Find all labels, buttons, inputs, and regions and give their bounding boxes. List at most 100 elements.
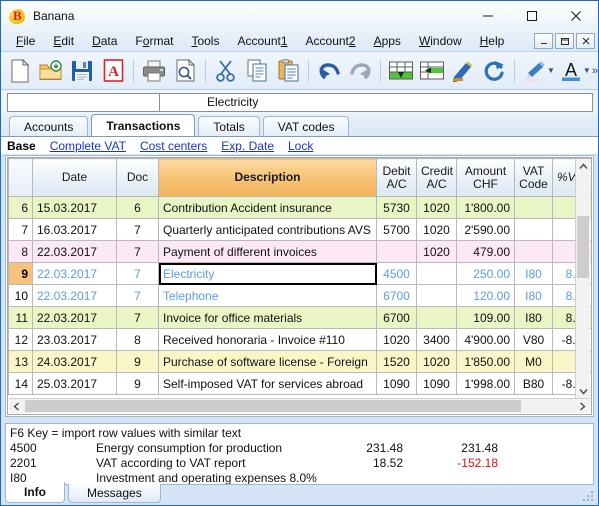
- cell-credit-account[interactable]: 1020: [416, 240, 457, 263]
- table-row[interactable]: 13 24.03.2017 9 Purchase of software licens…: [8, 350, 591, 373]
- row-number-cell[interactable]: 9: [8, 262, 33, 285]
- grid-vertical-scrollbar[interactable]: [575, 159, 591, 399]
- grid-horizontal-scrollbar[interactable]: [9, 398, 590, 413]
- save-icon[interactable]: [67, 55, 97, 87]
- redo-icon[interactable]: [345, 55, 375, 87]
- cell-description[interactable]: Self-imposed VAT for services abroad: [158, 372, 377, 395]
- menu-tools[interactable]: Tools: [182, 32, 228, 51]
- cell-date[interactable]: 22.03.2017: [32, 284, 117, 307]
- table-row[interactable]: 7 16.03.2017 7 Quarterly anticipated contri…: [8, 218, 591, 241]
- undo-icon[interactable]: [314, 55, 344, 87]
- scroll-up-arrow-icon[interactable]: [576, 159, 591, 174]
- cell-doc[interactable]: 7: [116, 284, 159, 307]
- cell-vat-code[interactable]: I80: [514, 284, 553, 307]
- table-row[interactable]: 922.03.20177Electricity4500250.00I808.00: [8, 262, 591, 285]
- row-number-cell[interactable]: 13: [8, 350, 33, 373]
- cell-doc[interactable]: 7: [116, 218, 159, 241]
- cell-debit-account[interactable]: 4500: [376, 262, 417, 285]
- cell-amount[interactable]: 2'590.00: [456, 218, 515, 241]
- cell-doc[interactable]: 8: [116, 328, 159, 351]
- cell-date[interactable]: 16.03.2017: [32, 218, 117, 241]
- col-header-vat-code[interactable]: VAT Code: [514, 158, 553, 197]
- tab-accounts[interactable]: Accounts: [9, 116, 89, 136]
- menu-data[interactable]: Data: [83, 32, 126, 51]
- highlighter-pen-icon[interactable]: [520, 55, 550, 87]
- bottom-tab-info[interactable]: Info: [5, 482, 65, 503]
- cell-debit-account[interactable]: 1020: [376, 328, 417, 351]
- cell-description[interactable]: Electricity: [158, 262, 377, 285]
- scroll-down-arrow-icon[interactable]: [576, 384, 591, 399]
- cell-amount[interactable]: 120.00: [456, 284, 515, 307]
- cell-date[interactable]: 25.03.2017: [32, 372, 117, 395]
- row-number-cell[interactable]: 6: [8, 196, 33, 219]
- recheck-refresh-icon[interactable]: [479, 55, 509, 87]
- col-header-amount[interactable]: Amount CHF: [456, 158, 515, 197]
- cell-amount[interactable]: 109.00: [456, 306, 515, 329]
- col-header-debit-account[interactable]: Debit A/C: [376, 158, 417, 197]
- row-number-cell[interactable]: 14: [8, 372, 33, 395]
- cell-date[interactable]: 15.03.2017: [32, 196, 117, 219]
- table-row[interactable]: 12 23.03.2017 8 Received honoraria - Invoic…: [8, 328, 591, 351]
- row-number-cell[interactable]: 10: [8, 284, 33, 307]
- mdi-minimize-button[interactable]: [534, 33, 553, 49]
- menu-apps[interactable]: Apps: [365, 32, 410, 51]
- font-color-icon[interactable]: A: [556, 55, 586, 87]
- cell-description[interactable]: Invoice for office materials: [158, 306, 377, 329]
- menu-account1[interactable]: Account1: [228, 32, 296, 51]
- cell-date[interactable]: 24.03.2017: [32, 350, 117, 373]
- format-edit-icon[interactable]: [448, 55, 478, 87]
- cell-doc[interactable]: 7: [116, 240, 159, 263]
- cell-date[interactable]: 22.03.2017: [32, 262, 117, 285]
- view-link-exp-date[interactable]: Exp. Date: [221, 139, 274, 153]
- cell-debit-account[interactable]: 1520: [376, 350, 417, 373]
- cell-debit-account[interactable]: 5730: [376, 196, 417, 219]
- cell-doc[interactable]: 7: [116, 306, 159, 329]
- menu-format[interactable]: Format: [126, 32, 182, 51]
- print-preview-icon[interactable]: [170, 55, 200, 87]
- overflow-chevrons-icon[interactable]: »: [592, 65, 598, 77]
- cell-amount[interactable]: 1'800.00: [456, 196, 515, 219]
- cell-vat-code[interactable]: V80: [514, 328, 553, 351]
- row-number-cell[interactable]: 8: [8, 240, 33, 263]
- table-row[interactable]: 6 15.03.2017 6 Contribution Accident insura…: [8, 196, 591, 219]
- cell-reference-box[interactable]: [7, 92, 159, 112]
- cell-date[interactable]: 23.03.2017: [32, 328, 117, 351]
- col-header-date[interactable]: Date: [32, 158, 117, 197]
- cell-amount[interactable]: 1'998.00: [456, 372, 515, 395]
- menu-file[interactable]: File: [7, 32, 44, 51]
- row-number-cell[interactable]: 11: [8, 306, 33, 329]
- cell-debit-account[interactable]: 1090: [376, 372, 417, 395]
- row-number-cell[interactable]: 12: [8, 328, 33, 351]
- cell-doc[interactable]: 7: [116, 262, 159, 285]
- cell-vat-code[interactable]: I80: [514, 306, 553, 329]
- cell-amount[interactable]: 250.00: [456, 262, 515, 285]
- cell-doc[interactable]: 6: [116, 196, 159, 219]
- cell-debit-account[interactable]: 6700: [376, 306, 417, 329]
- cell-credit-account[interactable]: 1020: [416, 196, 457, 219]
- cell-description[interactable]: Contribution Accident insurance: [158, 196, 377, 219]
- resize-grip[interactable]: [583, 491, 595, 503]
- cell-vat-code[interactable]: I80: [514, 262, 553, 285]
- cell-description[interactable]: Telephone: [158, 284, 377, 307]
- cell-amount[interactable]: 4'900.00: [456, 328, 515, 351]
- mdi-close-button[interactable]: [576, 33, 595, 49]
- scroll-right-arrow-icon[interactable]: [575, 399, 590, 414]
- cell-credit-account[interactable]: 1090: [416, 372, 457, 395]
- tab-vat-codes[interactable]: VAT codes: [262, 116, 350, 136]
- cell-credit-account[interactable]: [416, 284, 457, 307]
- menu-edit[interactable]: Edit: [44, 32, 83, 51]
- cell-debit-account[interactable]: 6700: [376, 284, 417, 307]
- cell-vat-code[interactable]: [514, 218, 553, 241]
- row-number-cell[interactable]: 7: [8, 218, 33, 241]
- cell-credit-account[interactable]: 1020: [416, 350, 457, 373]
- menu-help[interactable]: Help: [471, 32, 514, 51]
- menu-window[interactable]: Window: [410, 32, 471, 51]
- horizontal-scrollbar-thumb[interactable]: [25, 400, 521, 412]
- cell-credit-account[interactable]: [416, 306, 457, 329]
- vertical-scrollbar-thumb[interactable]: [577, 216, 589, 278]
- cell-vat-code[interactable]: [514, 240, 553, 263]
- maximize-button[interactable]: [510, 1, 554, 31]
- minimize-button[interactable]: [466, 1, 510, 31]
- paste-clipboard-icon[interactable]: [273, 55, 303, 87]
- tab-totals[interactable]: Totals: [198, 116, 260, 136]
